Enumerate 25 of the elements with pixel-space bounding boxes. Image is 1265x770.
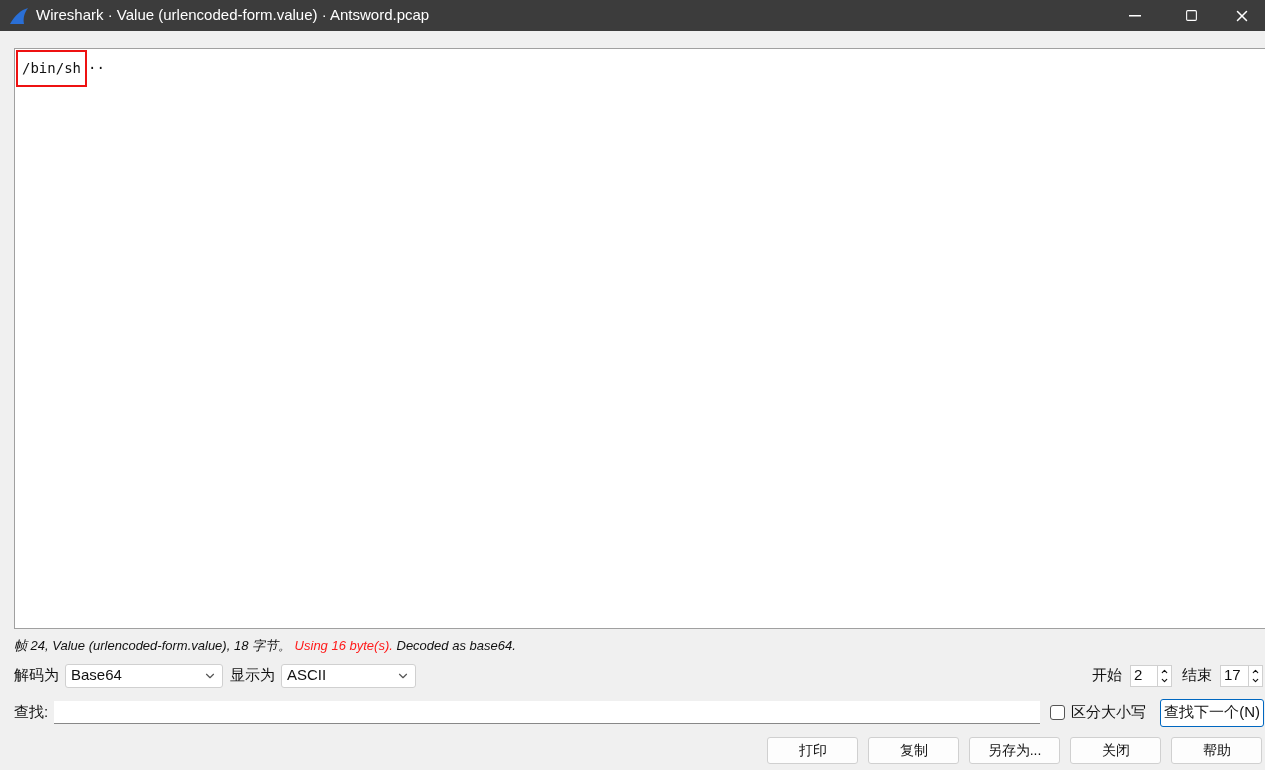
text-content: ··: [88, 59, 105, 78]
decode-label: 解码为: [14, 665, 59, 686]
find-label: 查找:: [14, 702, 49, 723]
show-as-label: 显示为: [230, 665, 275, 686]
checkbox[interactable]: [1050, 705, 1066, 720]
dialog-button[interactable]: 复制: [868, 736, 959, 764]
find-next-button[interactable]: 查找下一个(N): [1160, 698, 1264, 727]
case-sensitive-label: 区分大小写: [1071, 702, 1147, 723]
spin-label: 开始: [1092, 665, 1122, 686]
dialog-button[interactable]: 帮助: [1171, 736, 1262, 764]
dropdown[interactable]: ASCII: [281, 663, 416, 688]
spin-label: 结束: [1182, 665, 1212, 686]
highlighted-text: /bin/sh: [16, 50, 87, 87]
dialog-button[interactable]: 打印: [767, 736, 858, 764]
shark-fin-icon: [9, 6, 29, 25]
dialog-button[interactable]: 关闭: [1070, 736, 1161, 764]
dropdown[interactable]: Base64: [65, 663, 223, 688]
maximize-icon: [1184, 9, 1198, 22]
spin-box[interactable]: 17: [1220, 664, 1263, 687]
spin-box[interactable]: 2: [1130, 664, 1172, 687]
minimize-icon: [1129, 14, 1141, 17]
dialog-button[interactable]: 另存为...: [969, 736, 1060, 764]
window-title: Wireshark · Value (urlencoded-form.value) · Antsword.pcap: [36, 5, 430, 26]
status-text: 帧 24, Value (urlencoded-form.value), 18 字节。 Using 16 byte(s). Decoded as base64.: [14, 637, 517, 655]
find-field[interactable]: [54, 701, 1041, 724]
